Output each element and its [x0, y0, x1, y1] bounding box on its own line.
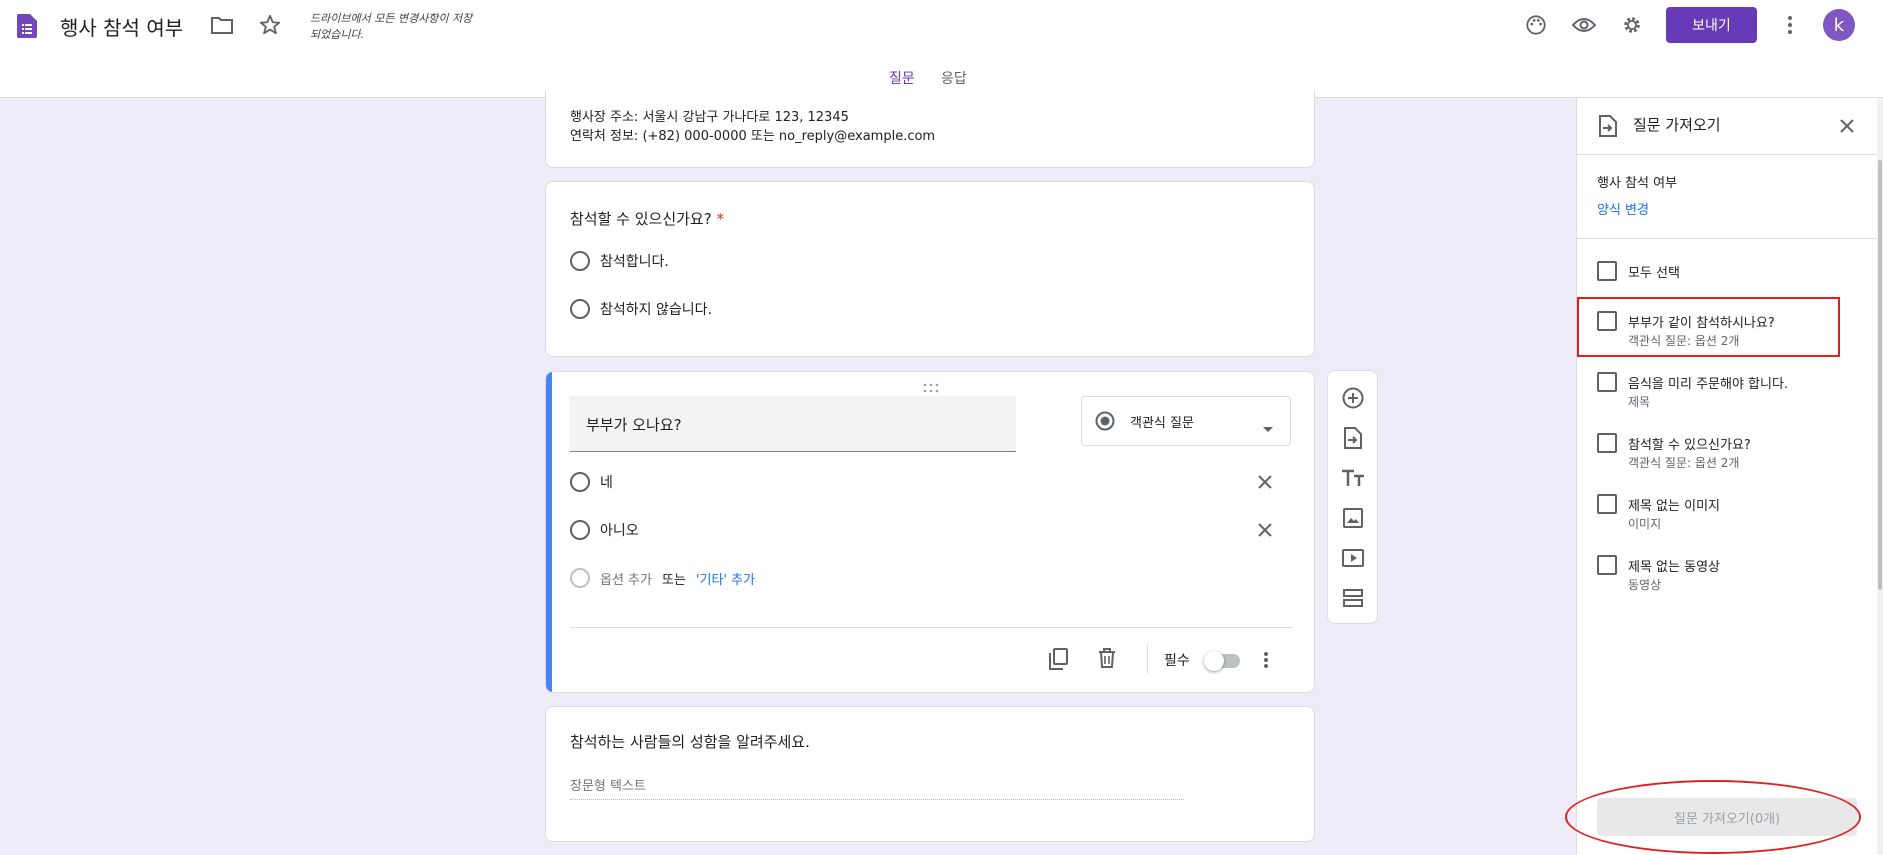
required-toggle[interactable] — [1204, 651, 1240, 671]
toggle-thumb — [1204, 651, 1224, 671]
panel-title: 질문 가져오기 — [1633, 116, 1721, 134]
select-all-label: 모두 선택 — [1628, 266, 1680, 281]
floating-toolbar — [1327, 370, 1378, 624]
footer-vertical-divider — [1147, 644, 1148, 674]
import-questions-icon[interactable] — [1340, 425, 1366, 451]
delete-trash-icon[interactable] — [1098, 648, 1116, 672]
required-label: 필수 — [1164, 653, 1190, 669]
panel-header-divider — [1577, 154, 1880, 155]
question-checkbox[interactable] — [1597, 555, 1617, 575]
item-subtitle: 객관식 질문: 옵션 2개 — [1628, 456, 1740, 470]
contact-text: 연락처 정보: (+82) 000-0000 또는 no_reply@examp… — [570, 129, 936, 144]
add-option-row: 옵션 추가 또는 '기타' 추가 — [570, 568, 755, 588]
add-section-icon[interactable] — [1340, 585, 1366, 611]
radio-checked-icon — [1095, 411, 1115, 435]
star-icon[interactable] — [257, 12, 283, 38]
tab-responses[interactable]: 응답 — [941, 68, 967, 88]
dropdown-arrow-icon — [1262, 418, 1274, 437]
card-footer-divider — [570, 627, 1292, 628]
radio-button[interactable] — [570, 299, 590, 319]
option-row[interactable]: 아니오 — [570, 520, 639, 540]
radio-button[interactable] — [570, 251, 590, 271]
item-title: 참석할 수 있으신가요? — [1628, 438, 1751, 453]
question-title: 참석하는 사람들의 성함을 알려주세요. — [570, 733, 810, 751]
folder-icon[interactable] — [209, 12, 235, 38]
option-row[interactable]: 참석합니다. — [570, 251, 669, 271]
radio-button — [570, 568, 590, 588]
add-question-icon[interactable] — [1340, 385, 1366, 411]
item-subtitle: 동영상 — [1628, 578, 1662, 592]
palette-icon[interactable] — [1523, 12, 1549, 38]
option-label[interactable]: 아니오 — [600, 520, 639, 540]
long-answer-placeholder: 장문형 텍스트 — [570, 779, 646, 794]
more-vert-icon[interactable] — [1777, 12, 1803, 38]
answer-underline — [570, 799, 1184, 800]
add-other-link[interactable]: '기타' 추가 — [696, 569, 755, 588]
option-row[interactable]: 참석하지 않습니다. — [570, 299, 712, 319]
focus-indicator-bar — [546, 372, 552, 692]
save-status: 드라이브에서 모든 변경사항이 저장되었습니다. — [310, 12, 473, 41]
card-more-vert-icon[interactable] — [1263, 651, 1269, 673]
question-title-text: 부부가 오나요? — [586, 416, 682, 434]
radio-button — [570, 520, 590, 540]
change-form-link[interactable]: 양식 변경 — [1597, 199, 1649, 218]
add-title-text-icon[interactable] — [1340, 465, 1366, 491]
item-title: 제목 없는 동영상 — [1628, 560, 1720, 575]
preview-eye-icon[interactable] — [1571, 12, 1597, 38]
remove-option-icon[interactable] — [1257, 474, 1273, 494]
send-button[interactable]: 보내기 — [1666, 7, 1757, 43]
import-questions-panel: 질문 가져오기 행사 참석 여부 양식 변경 모두 선택 부부가 같이 참석하시… — [1576, 98, 1880, 855]
app-header: 행사 참석 여부 드라이브에서 모든 변경사항이 저장되었습니다. 보내기 k … — [0, 0, 1883, 98]
duplicate-icon[interactable] — [1049, 648, 1069, 674]
close-icon[interactable] — [1839, 118, 1855, 138]
panel-section-divider — [1577, 238, 1880, 239]
required-asterisk: * — [716, 210, 724, 228]
account-avatar[interactable]: k — [1823, 9, 1855, 41]
option-row[interactable]: 네 — [570, 472, 613, 492]
item-title: 제목 없는 이미지 — [1628, 499, 1720, 514]
import-panel-icon — [1599, 115, 1617, 141]
form-title[interactable]: 행사 참석 여부 — [60, 12, 183, 41]
highlight-rectangle — [1577, 297, 1840, 357]
drag-handle-icon[interactable] — [922, 378, 940, 397]
question-title-input[interactable]: 부부가 오나요? — [570, 396, 1016, 452]
question-type-label: 객관식 질문 — [1130, 416, 1194, 431]
description-card: 행사장 주소: 서울시 강남구 가나다로 123, 12345 연락처 정보: … — [545, 90, 1315, 168]
question-card[interactable]: 참석할 수 있으신가요? * 참석합니다. 참석하지 않습니다. — [545, 181, 1315, 357]
highlight-ellipse — [1565, 780, 1861, 854]
question-checkbox[interactable] — [1597, 372, 1617, 392]
active-question-card[interactable]: 부부가 오나요? 객관식 질문 네 아니오 옵션 추가 또는 '기타' 추가 필… — [545, 371, 1315, 693]
item-subtitle: 제목 — [1628, 395, 1651, 409]
option-label: 참석하지 않습니다. — [600, 302, 712, 318]
settings-gear-icon[interactable] — [1619, 12, 1645, 38]
select-all-checkbox[interactable] — [1597, 261, 1617, 281]
option-label: 참석합니다. — [600, 254, 669, 270]
scrollbar-thumb[interactable] — [1878, 160, 1882, 590]
item-subtitle: 이미지 — [1628, 517, 1662, 531]
question-title: 참석할 수 있으신가요? * — [570, 208, 724, 229]
question-card[interactable]: 참석하는 사람들의 성함을 알려주세요. 장문형 텍스트 — [545, 706, 1315, 842]
or-text: 또는 — [661, 572, 686, 588]
question-checkbox[interactable] — [1597, 494, 1617, 514]
option-label[interactable]: 네 — [600, 472, 613, 492]
remove-option-icon[interactable] — [1257, 522, 1273, 542]
add-video-icon[interactable] — [1340, 545, 1366, 571]
question-title-text: 참석할 수 있으신가요? — [570, 210, 712, 228]
source-form-name: 행사 참석 여부 — [1597, 176, 1678, 191]
add-option-link[interactable]: 옵션 추가 — [600, 569, 652, 588]
address-text: 행사장 주소: 서울시 강남구 가나다로 123, 12345 — [570, 110, 849, 125]
tab-questions[interactable]: 질문 — [889, 68, 915, 88]
question-type-dropdown[interactable]: 객관식 질문 — [1081, 396, 1291, 446]
question-checkbox[interactable] — [1597, 433, 1617, 453]
radio-button — [570, 472, 590, 492]
item-title: 음식을 미리 주문해야 합니다. — [1628, 377, 1789, 392]
forms-icon[interactable] — [17, 14, 37, 38]
add-image-icon[interactable] — [1340, 505, 1366, 531]
